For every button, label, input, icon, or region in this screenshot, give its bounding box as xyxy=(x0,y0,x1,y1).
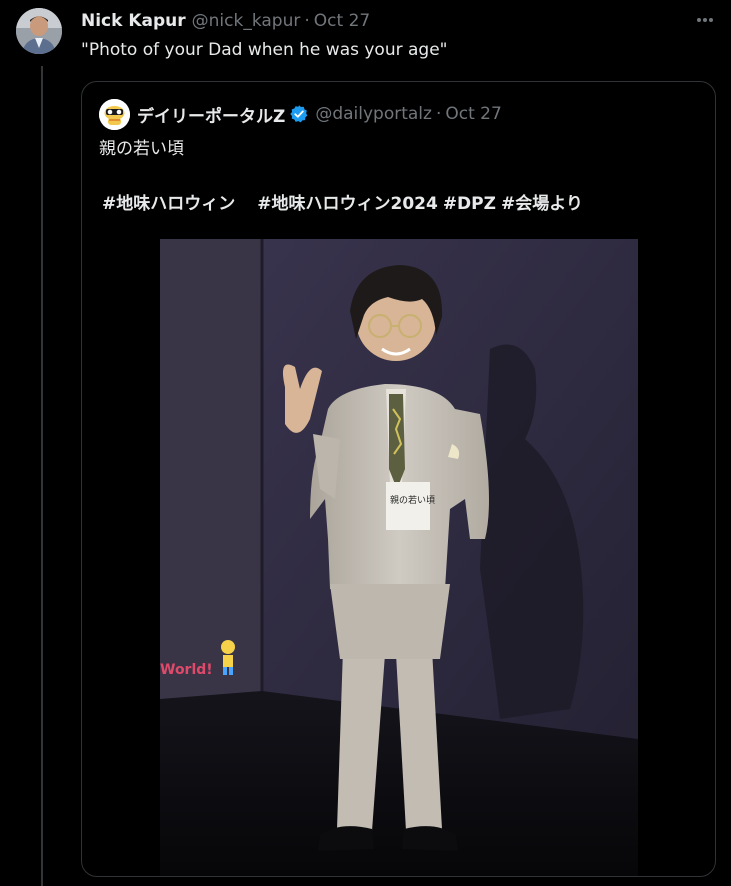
user-avatar[interactable] xyxy=(16,8,62,54)
more-horizontal-icon xyxy=(697,18,713,22)
display-name[interactable]: Nick Kapur xyxy=(81,11,186,31)
hashtag-link[interactable]: #会場より xyxy=(501,194,583,214)
avatar-icon xyxy=(16,8,62,54)
hashtag-link[interactable]: #地味ハロウィン2024 xyxy=(257,194,438,214)
quoted-photo[interactable]: World! 親の若い頃 xyxy=(160,239,638,876)
quote-handle[interactable]: @dailyportalz xyxy=(315,104,432,124)
dpz-mascot-icon xyxy=(99,99,130,130)
hashtag-link[interactable]: #地味ハロウィン xyxy=(102,194,235,214)
verified-badge-icon xyxy=(289,104,309,124)
user-handle[interactable]: @nick_kapur xyxy=(192,11,301,31)
hashtag-link[interactable]: #DPZ xyxy=(443,194,496,214)
quoted-tweet-card[interactable]: デイリーポータルZ @dailyportalz · Oct 27 親の若い頃 #… xyxy=(81,81,716,877)
quote-avatar[interactable] xyxy=(99,99,130,130)
quote-separator-dot: · xyxy=(435,104,442,124)
tweet-text: "Photo of your Dad when he was your age" xyxy=(81,40,448,60)
more-options-button[interactable] xyxy=(693,10,717,30)
separator-dot: · xyxy=(304,11,310,31)
quote-display-name[interactable]: デイリーポータルZ xyxy=(137,102,285,127)
quote-text: 親の若い頃 xyxy=(99,139,184,159)
thread-line xyxy=(41,66,43,886)
name-badge-text: 親の若い頃 xyxy=(390,494,435,506)
hashtag-line: #地味ハロウィン #地味ハロウィン2024 #DPZ #会場より xyxy=(102,192,705,216)
quote-header: デイリーポータルZ @dailyportalz · Oct 27 xyxy=(137,102,502,127)
photo-image: World! 親の若い頃 xyxy=(160,239,638,876)
stage-sign-text: World! xyxy=(160,662,213,678)
tweet-date[interactable]: Oct 27 xyxy=(314,11,370,31)
quote-date[interactable]: Oct 27 xyxy=(445,104,501,124)
tweet-header: Nick Kapur @nick_kapur · Oct 27 xyxy=(81,9,711,33)
